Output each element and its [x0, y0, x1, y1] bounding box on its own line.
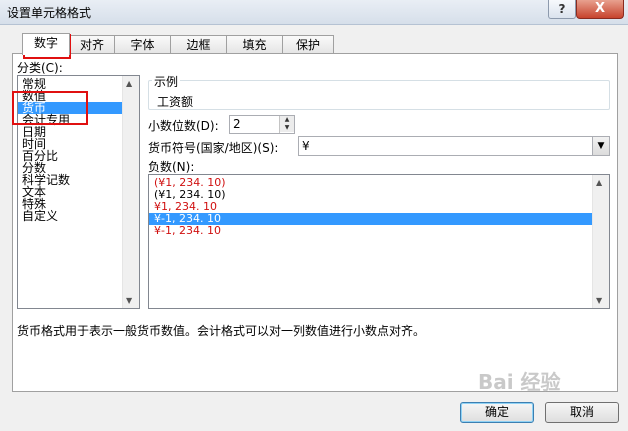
tab-font[interactable]: 字体 — [114, 35, 171, 54]
tab-fill[interactable]: 填充 — [226, 35, 283, 54]
spin-up-icon[interactable]: ▲ — [280, 116, 294, 124]
ok-button[interactable]: 确定 — [460, 402, 534, 423]
title-bar: 设置单元格格式 ? X — [0, 0, 628, 25]
scroll-up-icon[interactable]: ▲ — [126, 79, 132, 88]
currency-symbol-value[interactable]: ¥ — [302, 139, 310, 153]
scroll-down-icon[interactable]: ▼ — [596, 296, 602, 305]
category-scrollbar[interactable]: ▲ ▼ — [122, 76, 139, 308]
close-button[interactable]: X — [576, 0, 624, 19]
negative-numbers-list[interactable]: (¥1, 234. 10) (¥1, 234. 10) ¥1, 234. 10 … — [148, 174, 610, 309]
decimal-places-label: 小数位数(D): — [148, 119, 219, 133]
currency-symbol-label: 货币符号(国家/地区)(S): — [148, 141, 279, 155]
watermark: Bai 经验 — [478, 370, 561, 394]
scroll-up-icon[interactable]: ▲ — [596, 178, 602, 187]
chevron-down-icon[interactable]: ▼ — [592, 137, 609, 155]
tab-number[interactable]: 数字 — [22, 33, 70, 55]
format-description: 货币格式用于表示一般货币数值。会计格式可以对一列数值进行小数点对齐。 — [17, 324, 426, 338]
tab-protection[interactable]: 保护 — [282, 35, 334, 54]
decimal-places-stepper[interactable]: 2 ▲ ▼ — [229, 115, 295, 134]
help-button[interactable]: ? — [548, 0, 576, 19]
tab-border[interactable]: 边框 — [170, 35, 227, 54]
sample-group — [148, 80, 610, 110]
category-label: 分类(C): — [17, 61, 63, 75]
currency-symbol-select[interactable]: ¥ ▼ — [298, 136, 610, 156]
cancel-button[interactable]: 取消 — [545, 402, 619, 423]
negative-numbers-label: 负数(N): — [148, 160, 195, 174]
spin-down-icon[interactable]: ▼ — [280, 124, 294, 132]
tab-alignment[interactable]: 对齐 — [69, 35, 115, 54]
category-item[interactable]: 自定义 — [22, 210, 122, 222]
negative-scrollbar[interactable]: ▲ ▼ — [592, 175, 609, 308]
decimal-places-value[interactable]: 2 — [233, 117, 241, 131]
highlight-box-category — [12, 91, 88, 125]
window-title: 设置单元格格式 — [7, 6, 92, 20]
sample-label: 示例 — [152, 73, 181, 90]
scroll-down-icon[interactable]: ▼ — [126, 296, 132, 305]
sample-value: 工资额 — [157, 95, 194, 109]
negative-format-item[interactable]: ¥-1, 234. 10 — [149, 225, 596, 237]
